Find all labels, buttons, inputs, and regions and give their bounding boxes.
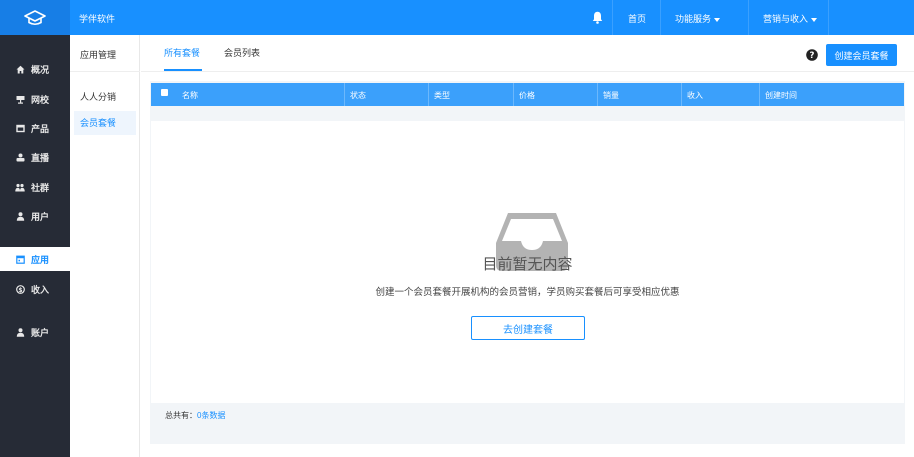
- create-package-button[interactable]: 创建会员套餐: [826, 44, 897, 66]
- nav-divider: [828, 0, 829, 35]
- table-header: 名称 状态 类型 价格 销量 收入 创建时间: [151, 83, 904, 106]
- brand-name: 学伴软件: [79, 14, 116, 24]
- sidebar-item-account[interactable]: 账户: [0, 320, 70, 344]
- sidebar-item-apps[interactable]: 应用: [0, 247, 70, 271]
- sidebar-item-community[interactable]: 社群: [0, 175, 70, 199]
- sidebar-item-label: 用户: [31, 211, 50, 222]
- sidebar-item-label: 收入: [31, 284, 50, 295]
- sidebar-item-user[interactable]: 用户: [0, 204, 70, 228]
- tab-member-list[interactable]: 会员列表: [224, 46, 260, 59]
- nav-divider: [660, 0, 661, 35]
- user-icon: [15, 211, 25, 221]
- graduation-cap-icon: [24, 9, 46, 25]
- help-icon[interactable]: ?: [806, 49, 818, 61]
- svg-text:?: ?: [810, 51, 815, 61]
- go-create-package-button[interactable]: 去创建套餐: [471, 316, 585, 340]
- sidebar-item-label: 概况: [31, 64, 50, 75]
- nav-marketing[interactable]: 营销与收入: [763, 12, 818, 25]
- sidebar-item-label: 直播: [31, 152, 50, 163]
- logo[interactable]: [0, 0, 70, 35]
- select-all-checkbox[interactable]: [161, 89, 168, 96]
- column-divider: [759, 83, 760, 106]
- total-count-link[interactable]: 0条数据: [197, 411, 225, 420]
- nav-marketing-label: 营销与收入: [763, 14, 809, 24]
- total-count: 总共有：0条数据: [165, 410, 225, 421]
- column-header-sales[interactable]: 销量: [603, 90, 619, 101]
- sub-sidebar: 应用管理 人人分销 会员套餐: [70, 35, 140, 457]
- column-header-price[interactable]: 价格: [519, 90, 535, 101]
- column-divider: [428, 83, 429, 106]
- school-icon: [15, 94, 25, 104]
- nav-divider: [612, 0, 613, 35]
- caret-down-icon: [811, 17, 818, 22]
- sidebar-item-income[interactable]: $ 收入: [0, 277, 70, 301]
- bell-icon[interactable]: [592, 11, 603, 24]
- column-header-type[interactable]: 类型: [434, 90, 450, 101]
- tab-all-packages[interactable]: 所有套餐: [164, 46, 200, 59]
- column-header-income[interactable]: 收入: [687, 90, 703, 101]
- empty-state-description: 创建一个会员套餐开展机构的会员营销，学员购买套餐后可享受相应优惠: [375, 287, 680, 298]
- sidebar-item-overview[interactable]: 概况: [0, 57, 70, 81]
- community-icon: [15, 182, 25, 192]
- sub-sidebar-title: 应用管理: [80, 50, 117, 60]
- sidebar-item-product[interactable]: 产品: [0, 116, 70, 140]
- divider: [141, 71, 914, 72]
- subnav-item-distribution[interactable]: 人人分销: [74, 85, 136, 109]
- main-content: 所有套餐 会员列表 ? 创建会员套餐 名称 状态 类型 价格 销量 收入 创建时…: [141, 35, 914, 457]
- sidebar-item-label: 社群: [31, 182, 50, 193]
- divider: [70, 71, 140, 72]
- table-body: 目前暂无内容 创建一个会员套餐开展机构的会员营销，学员购买套餐后可享受相应优惠 …: [151, 121, 904, 403]
- sidebar-item-label: 应用: [31, 254, 50, 265]
- nav-features[interactable]: 功能服务: [675, 12, 721, 25]
- svg-text:$: $: [18, 286, 22, 293]
- column-divider: [597, 83, 598, 106]
- top-bar: 学伴软件 首页 功能服务 营销与收入: [0, 0, 914, 35]
- nav-features-label: 功能服务: [675, 14, 712, 24]
- column-header-status[interactable]: 状态: [350, 90, 366, 101]
- empty-state-title: 目前暂无内容: [482, 256, 573, 273]
- column-divider: [344, 83, 345, 106]
- nav-divider: [748, 0, 749, 35]
- live-icon: [15, 152, 25, 162]
- column-header-created-time[interactable]: 创建时间: [765, 90, 797, 101]
- column-divider: [513, 83, 514, 106]
- table-panel: 名称 状态 类型 价格 销量 收入 创建时间 目前暂无内容 创建一个会员套餐开展…: [150, 81, 905, 444]
- sidebar-item-label: 账户: [31, 327, 50, 338]
- sidebar-item-label: 网校: [31, 94, 50, 105]
- sidebar-item-live[interactable]: 直播: [0, 145, 70, 169]
- caret-down-icon: [714, 17, 721, 22]
- app-icon: [15, 254, 25, 264]
- account-icon: [15, 327, 25, 337]
- nav-home[interactable]: 首页: [628, 12, 646, 25]
- subnav-item-membership[interactable]: 会员套餐: [74, 111, 136, 135]
- column-divider: [681, 83, 682, 106]
- column-header-name[interactable]: 名称: [182, 90, 198, 101]
- sidebar-item-label: 产品: [31, 123, 50, 134]
- income-icon: $: [15, 284, 25, 294]
- home-icon: [15, 64, 25, 74]
- product-icon: [15, 123, 25, 133]
- sidebar: 概况 网校 产品 直播 社群 用户 应用 $ 收入 账户: [0, 35, 70, 457]
- total-count-label: 总共有：: [165, 411, 197, 420]
- sidebar-item-school[interactable]: 网校: [0, 87, 70, 111]
